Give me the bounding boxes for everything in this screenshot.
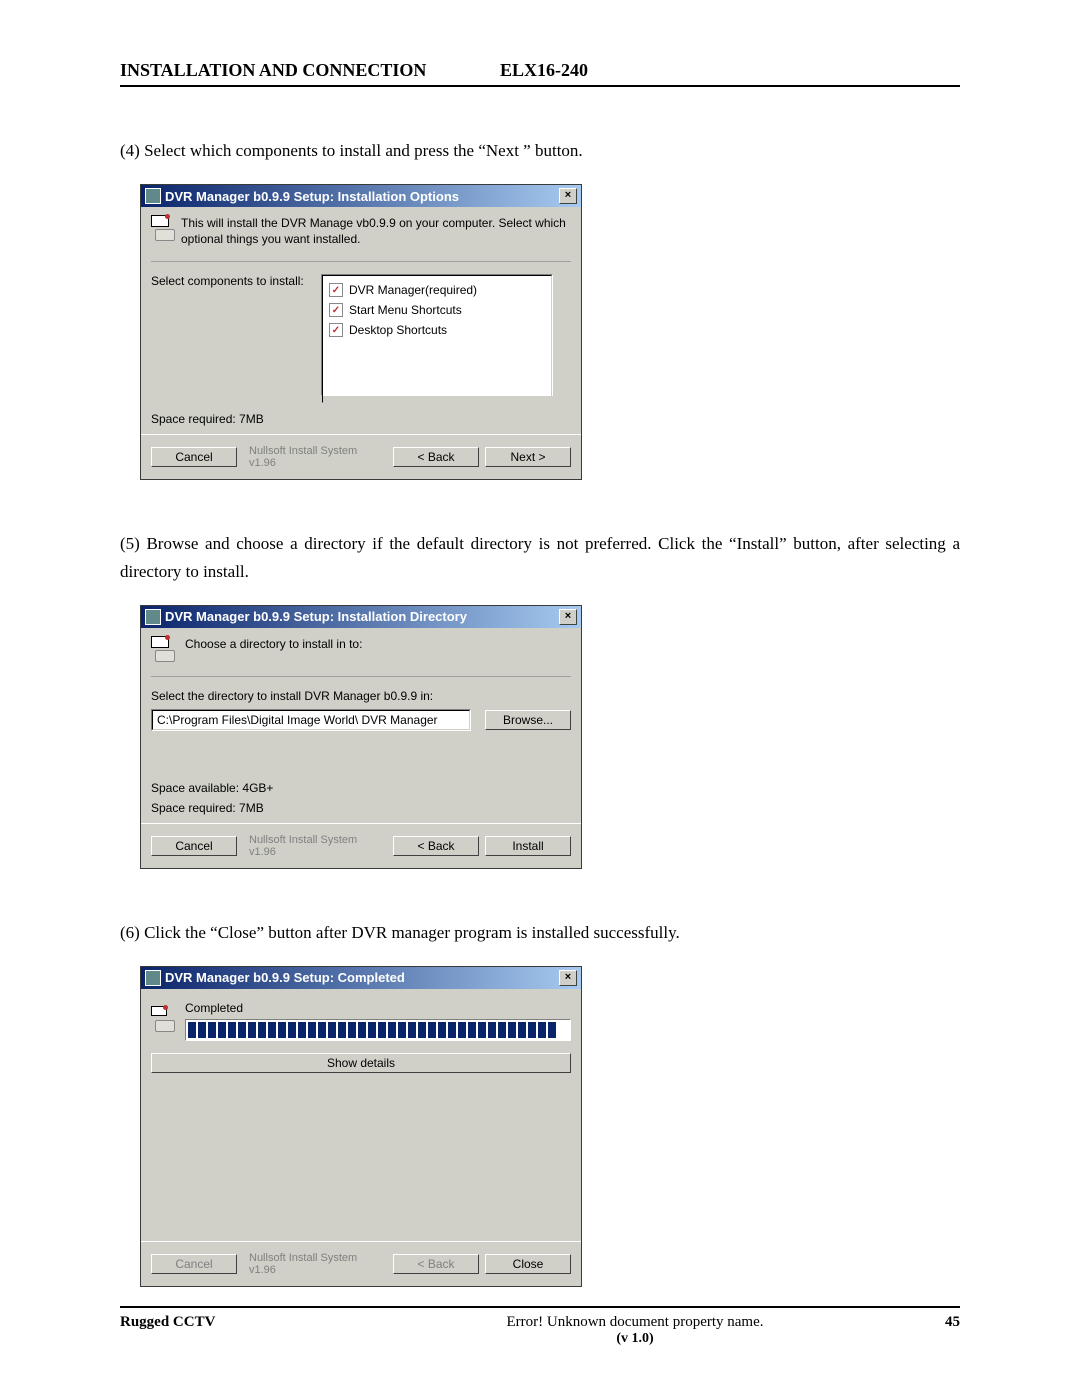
titlebar: DVR Manager b0.9.9 Setup: Completed ×	[141, 967, 581, 989]
page-number: 45	[900, 1314, 960, 1347]
dialog-description: This will install the DVR Manage vb0.9.9…	[181, 215, 571, 247]
completed-label: Completed	[185, 1001, 571, 1015]
app-icon	[145, 188, 161, 204]
component-label: Start Menu Shortcuts	[349, 303, 462, 317]
cancel-button[interactable]: Cancel	[151, 447, 237, 467]
component-item[interactable]: ✓ Start Menu Shortcuts	[327, 300, 547, 320]
header-right: ELX16-240	[500, 60, 588, 81]
show-details-row: Show details	[151, 1053, 571, 1073]
page-footer: Rugged CCTV Error! Unknown document prop…	[120, 1306, 960, 1347]
dialog-top: Completed	[151, 997, 571, 1041]
back-button: < Back	[393, 1254, 479, 1274]
dialog-top: Choose a directory to install in to:	[151, 636, 571, 677]
next-button[interactable]: Next >	[485, 447, 571, 467]
footer-center-text: Error! Unknown document property name.	[370, 1314, 900, 1331]
dialog-install-options: DVR Manager b0.9.9 Setup: Installation O…	[140, 184, 582, 480]
titlebar: DVR Manager b0.9.9 Setup: Installation O…	[141, 185, 581, 207]
details-area	[151, 1073, 571, 1233]
dialog-install-directory: DVR Manager b0.9.9 Setup: Installation D…	[140, 605, 582, 869]
step-5-text: (5) Browse and choose a directory if the…	[120, 530, 960, 584]
dialog-title: DVR Manager b0.9.9 Setup: Installation D…	[165, 609, 557, 624]
close-icon[interactable]: ×	[559, 609, 577, 625]
component-item[interactable]: ✓ DVR Manager(required)	[327, 280, 547, 300]
progress-bar	[185, 1019, 571, 1041]
checkbox-icon: ✓	[329, 283, 343, 297]
footer-center: Error! Unknown document property name. (…	[370, 1314, 900, 1347]
directory-input[interactable]: C:\Program Files\Digital Image World\ DV…	[151, 709, 471, 731]
footer-version: (v 1.0)	[370, 1331, 900, 1347]
back-button[interactable]: < Back	[393, 836, 479, 856]
dialog-description: Choose a directory to install in to:	[185, 636, 362, 653]
installer-system-text: Nullsoft Install System v1.96	[249, 1252, 387, 1276]
component-item[interactable]: ✓ Desktop Shortcuts	[327, 320, 547, 340]
button-row: Cancel Nullsoft Install System v1.96 < B…	[141, 823, 581, 868]
installer-icon	[151, 215, 175, 241]
space-required: Space required: 7MB	[151, 801, 571, 815]
dialog-body: This will install the DVR Manage vb0.9.9…	[141, 207, 581, 434]
directory-path: C:\Program Files\Digital Image World\ DV…	[152, 710, 470, 730]
components-listbox[interactable]: ✓ DVR Manager(required) ✓ Start Menu Short…	[321, 274, 553, 396]
step-4-text: (4) Select which components to install a…	[120, 137, 960, 164]
space-available: Space available: 4GB+	[151, 781, 571, 795]
dialog-body: Completed Show details	[141, 989, 581, 1241]
component-label: Desktop Shortcuts	[349, 323, 447, 337]
titlebar: DVR Manager b0.9.9 Setup: Installation D…	[141, 606, 581, 628]
installer-system-text: Nullsoft Install System v1.96	[249, 834, 387, 858]
close-button[interactable]: Close	[485, 1254, 571, 1274]
dialog-top: This will install the DVR Manage vb0.9.9…	[151, 215, 571, 262]
space-required: Space required: 7MB	[151, 412, 571, 426]
installer-icon	[151, 636, 179, 662]
cancel-button[interactable]: Cancel	[151, 836, 237, 856]
directory-label: Select the directory to install DVR Mana…	[151, 689, 571, 703]
dialog-body: Choose a directory to install in to: Sel…	[141, 628, 581, 823]
step-6-text: (6) Click the “Close” button after DVR m…	[120, 919, 960, 946]
installer-system-text: Nullsoft Install System v1.96	[249, 445, 387, 469]
show-details-button[interactable]: Show details	[151, 1053, 571, 1073]
button-row: Cancel Nullsoft Install System v1.96 < B…	[141, 434, 581, 479]
close-icon[interactable]: ×	[559, 188, 577, 204]
components-label: Select components to install:	[151, 274, 321, 396]
footer-left: Rugged CCTV	[120, 1314, 370, 1347]
close-icon[interactable]: ×	[559, 970, 577, 986]
header-left: INSTALLATION AND CONNECTION	[120, 60, 500, 81]
component-label: DVR Manager(required)	[349, 283, 477, 297]
directory-row: C:\Program Files\Digital Image World\ DV…	[151, 709, 571, 731]
back-button[interactable]: < Back	[393, 447, 479, 467]
installer-icon	[151, 1006, 179, 1032]
install-button[interactable]: Install	[485, 836, 571, 856]
checkbox-icon: ✓	[329, 323, 343, 337]
button-row: Cancel Nullsoft Install System v1.96 < B…	[141, 1241, 581, 1286]
browse-button[interactable]: Browse...	[485, 710, 571, 730]
app-icon	[145, 970, 161, 986]
progress-area: Completed	[185, 1001, 571, 1041]
page-header: INSTALLATION AND CONNECTION ELX16-240	[120, 60, 960, 87]
page: INSTALLATION AND CONNECTION ELX16-240 (4…	[0, 0, 1080, 1287]
dialog-title: DVR Manager b0.9.9 Setup: Installation O…	[165, 189, 557, 204]
app-icon	[145, 609, 161, 625]
cancel-button: Cancel	[151, 1254, 237, 1274]
dialog-title: DVR Manager b0.9.9 Setup: Completed	[165, 970, 557, 985]
components-area: Select components to install: ✓ DVR Manag…	[151, 274, 571, 406]
checkbox-icon: ✓	[329, 303, 343, 317]
dialog-completed: DVR Manager b0.9.9 Setup: Completed × Co…	[140, 966, 582, 1287]
